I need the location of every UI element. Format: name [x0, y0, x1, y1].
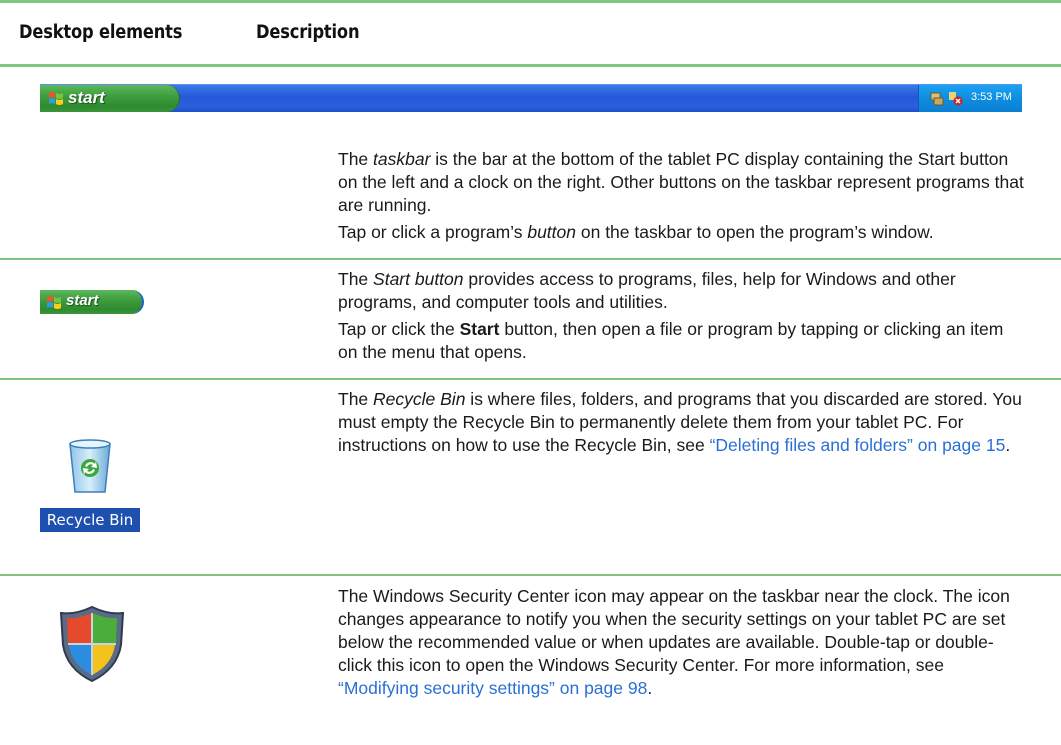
taskbar-start-button: start	[40, 85, 180, 112]
security-shield-icon	[59, 605, 125, 683]
windows-logo-icon	[47, 296, 61, 309]
recycle-bin-label: Recycle Bin	[40, 508, 140, 532]
deleting-files-link[interactable]: “Deleting files and folders” on page 15	[710, 435, 1006, 455]
taskbar-instruction: Tap or click a program’s button on the t…	[338, 222, 934, 242]
security-alert-icon	[949, 92, 963, 106]
recycle-bin-description: The Recycle Bin is where files, folders,…	[338, 389, 1022, 455]
recycle-bin-icon	[69, 439, 111, 493]
start-button-image: start	[40, 290, 144, 314]
system-tray: 3:53 PM	[918, 85, 1022, 112]
start-button-label: start	[66, 292, 99, 309]
start-button-instruction: Tap or click the Start button, then open…	[338, 319, 1004, 362]
taskbar-image: start 3:53 PM	[40, 84, 1022, 112]
network-icon	[930, 92, 944, 106]
table-header: Desktop elements Description	[0, 0, 1061, 66]
taskbar-clock: 3:53 PM	[971, 91, 1012, 103]
modifying-security-link[interactable]: “Modifying security settings” on page 98	[338, 678, 647, 698]
row-divider	[0, 258, 1061, 260]
security-center-description: The Windows Security Center icon may app…	[338, 586, 1010, 698]
windows-logo-icon	[49, 92, 63, 105]
taskbar-start-label: start	[68, 88, 105, 107]
start-button-description: The Start button provides access to prog…	[338, 269, 956, 312]
row-divider	[0, 574, 1061, 576]
taskbar-description: The taskbar is the bar at the bottom of …	[338, 149, 1024, 215]
header-rule	[0, 64, 1061, 67]
header-description: Description	[256, 22, 360, 43]
header-desktop-elements: Desktop elements	[19, 22, 183, 43]
row-divider	[0, 378, 1061, 380]
